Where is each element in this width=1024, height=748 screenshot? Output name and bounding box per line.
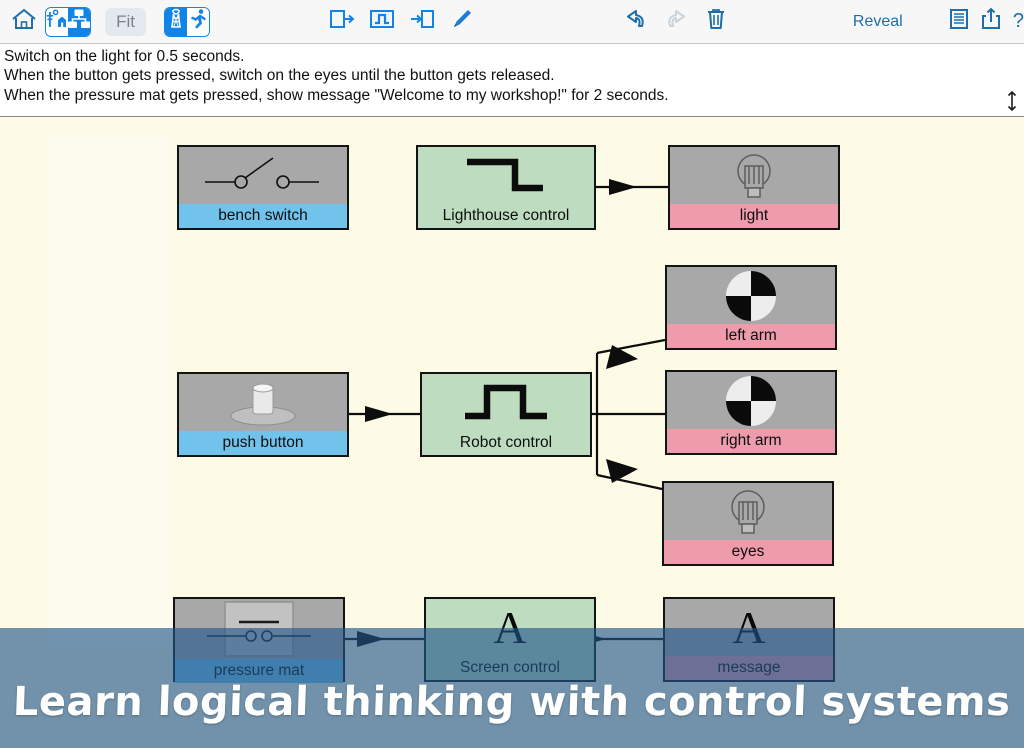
block-eyes[interactable]: eyes bbox=[662, 481, 834, 566]
instruction-line-2: When the button gets pressed, switch on … bbox=[4, 67, 555, 85]
block-label: right arm bbox=[667, 429, 835, 453]
delete-button[interactable] bbox=[699, 5, 733, 39]
canvas-inner-panel bbox=[46, 136, 172, 648]
mode-segmented-control[interactable] bbox=[163, 6, 210, 37]
help-label: ? bbox=[1012, 10, 1024, 32]
redo-button[interactable] bbox=[659, 5, 693, 39]
block-bench-switch[interactable]: bench switch bbox=[177, 145, 349, 230]
trash-icon bbox=[704, 7, 728, 36]
vertical-resize-handle-icon bbox=[1005, 89, 1019, 118]
undo-icon bbox=[623, 7, 649, 36]
block-label: push button bbox=[179, 431, 347, 455]
block-label: Lighthouse control bbox=[442, 207, 570, 224]
add-input-block-icon bbox=[409, 8, 435, 35]
undo-button[interactable] bbox=[619, 5, 653, 39]
motor-wheel-icon bbox=[725, 375, 777, 427]
scene-view-icon bbox=[46, 8, 68, 35]
block-light[interactable]: light bbox=[668, 145, 840, 230]
document-list-button[interactable] bbox=[947, 5, 971, 39]
reveal-label: Reveal bbox=[852, 12, 903, 30]
toolbar: Fit Reveal ? bbox=[0, 0, 1024, 44]
flowchart-view-icon bbox=[68, 9, 91, 34]
add-control-block-button[interactable] bbox=[365, 5, 399, 39]
block-label: eyes bbox=[664, 540, 832, 564]
runner-icon bbox=[187, 8, 209, 35]
document-list-icon bbox=[948, 7, 970, 36]
block-label: left arm bbox=[667, 324, 835, 348]
caption-text: Learn logical thinking with control syst… bbox=[12, 679, 1012, 725]
redo-icon bbox=[663, 7, 689, 36]
block-body bbox=[179, 374, 347, 431]
segment-runner-mode[interactable] bbox=[186, 7, 209, 36]
segment-scene-view[interactable] bbox=[46, 7, 69, 36]
block-body bbox=[667, 267, 835, 324]
add-control-block-icon bbox=[369, 8, 395, 35]
block-push-button[interactable]: push button bbox=[177, 372, 349, 457]
toggle-switch-icon bbox=[201, 154, 325, 198]
block-robot-control[interactable]: Robot control bbox=[420, 372, 592, 457]
step-down-waveform-icon bbox=[463, 154, 549, 198]
block-left-arm[interactable]: left arm bbox=[665, 265, 837, 350]
reveal-button[interactable]: Reveal bbox=[853, 13, 903, 31]
instructions-pane[interactable]: Switch on the light for 0.5 seconds. Whe… bbox=[0, 44, 1024, 117]
pane-resize-handle[interactable] bbox=[1004, 90, 1020, 116]
block-body bbox=[667, 372, 835, 429]
instruction-line-3: When the pressure mat gets pressed, show… bbox=[4, 86, 669, 104]
block-label: bench switch bbox=[179, 204, 347, 228]
fit-button[interactable]: Fit bbox=[105, 7, 146, 36]
push-button-icon bbox=[223, 376, 303, 430]
view-mode-segmented-control[interactable] bbox=[45, 6, 92, 37]
block-body bbox=[664, 483, 832, 540]
lightbulb-icon bbox=[730, 150, 778, 202]
share-icon bbox=[980, 7, 1002, 36]
home-icon bbox=[11, 7, 37, 36]
pencil-button[interactable] bbox=[445, 5, 479, 39]
segment-lighthouse-mode[interactable] bbox=[164, 7, 187, 36]
add-input-block-button[interactable] bbox=[405, 5, 439, 39]
segment-flowchart-view[interactable] bbox=[68, 7, 91, 36]
block-label: Robot control bbox=[459, 434, 553, 451]
home-button[interactable] bbox=[8, 0, 39, 44]
block-lighthouse-control[interactable]: Lighthouse control bbox=[416, 145, 596, 230]
block-body bbox=[418, 147, 594, 204]
add-output-block-button[interactable] bbox=[325, 5, 359, 39]
instruction-line-1: Switch on the light for 0.5 seconds. bbox=[4, 48, 245, 65]
pulse-waveform-icon bbox=[461, 380, 551, 426]
lightbulb-icon bbox=[724, 486, 772, 538]
help-button[interactable]: ? bbox=[1013, 10, 1024, 33]
pencil-icon bbox=[449, 7, 475, 36]
block-body bbox=[422, 374, 590, 431]
add-output-block-icon bbox=[329, 8, 355, 35]
fit-label: Fit bbox=[116, 11, 135, 31]
block-body bbox=[670, 147, 838, 204]
motor-wheel-icon bbox=[725, 270, 777, 322]
block-label: light bbox=[670, 204, 838, 228]
caption-overlay: Learn logical thinking with control syst… bbox=[0, 628, 1024, 748]
share-button[interactable] bbox=[979, 5, 1003, 39]
block-body bbox=[179, 147, 347, 204]
lighthouse-icon bbox=[165, 8, 187, 35]
block-right-arm[interactable]: right arm bbox=[665, 370, 837, 455]
